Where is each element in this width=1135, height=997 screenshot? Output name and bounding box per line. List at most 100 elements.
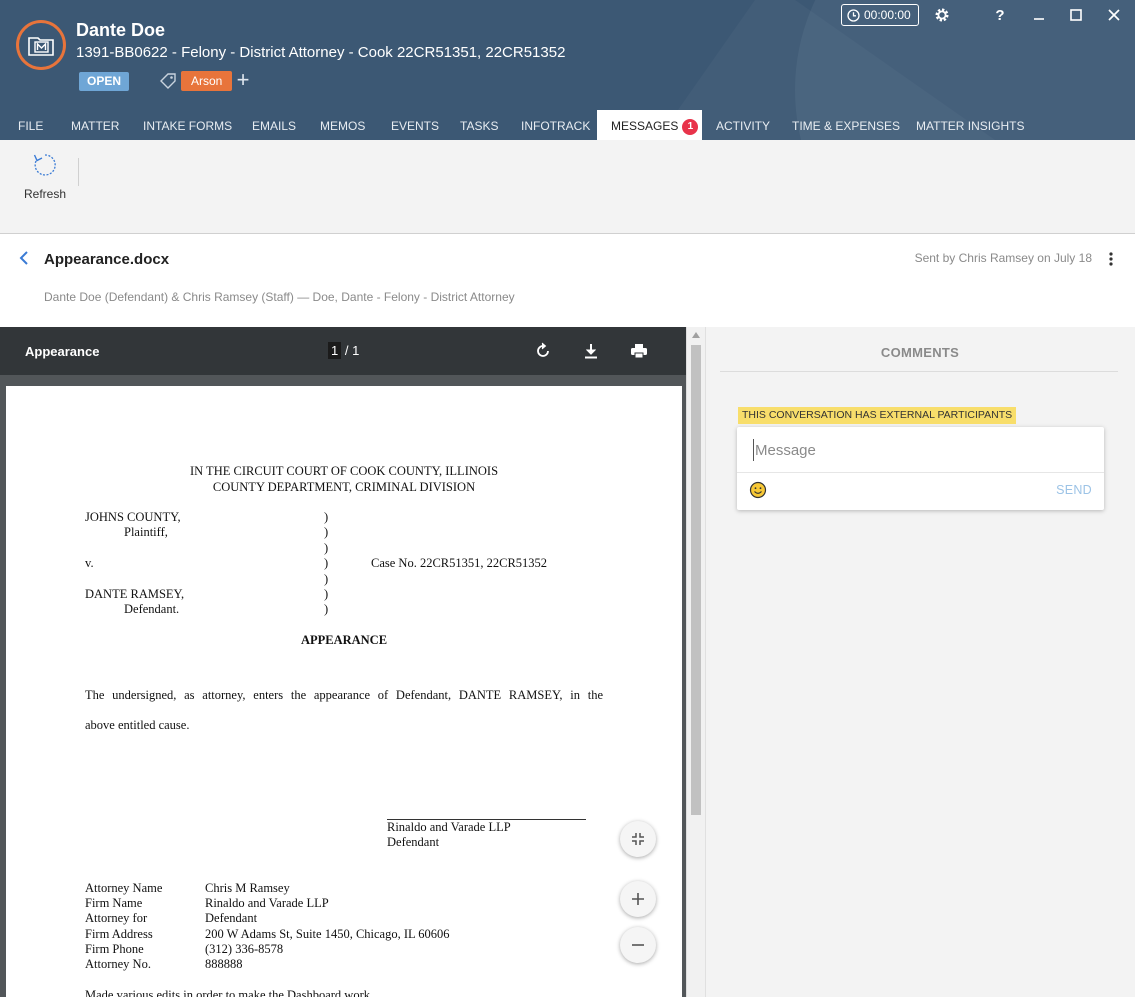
minimize-button[interactable] [1027,4,1051,26]
comments-divider [720,371,1118,372]
sent-by-text: Sent by Chris Ramsey on July 18 [914,251,1092,265]
ribbon-toolbar: Refresh [0,140,1135,234]
back-arrow-icon[interactable] [16,249,32,267]
caption-paren: ) [324,587,329,601]
gear-icon [935,8,949,22]
scroll-thumb[interactable] [691,345,701,815]
message-title: Appearance.docx [44,251,170,268]
defendant-role: Defendant. [124,602,180,616]
tab-matter-insights[interactable]: MATTER INSIGHTS [912,110,1028,140]
comments-title: COMMENTS [880,345,960,360]
info-label: Firm Name [85,896,143,910]
tab-tasks[interactable]: TASKS [456,110,502,140]
info-label: Attorney for [85,911,148,925]
body-line-1: The undersigned, as attorney, enters the… [85,688,603,702]
settings-button[interactable] [930,4,954,26]
zoom-in-button[interactable] [620,881,656,917]
composer-divider [737,472,1104,473]
tab-matter[interactable]: MATTER [67,110,123,140]
timer-button[interactable]: 00:00:00 [841,4,919,26]
info-label: Firm Phone [85,942,144,956]
caption-paren: ) [324,541,329,555]
caption-paren: ) [324,556,329,570]
info-value: Defendant [205,911,258,925]
info-value: Rinaldo and Varade LLP [205,896,329,910]
fit-page-icon [632,833,644,845]
tab-messages[interactable]: MESSAGES 1 [597,110,702,140]
caption-paren: ) [324,602,329,616]
info-value: 888888 [205,957,243,971]
rotate-icon[interactable] [533,341,553,361]
cutoff-line: Made various edits in order to make the … [85,988,370,997]
refresh-button[interactable]: Refresh [22,152,68,202]
toolbar-separator [78,158,79,186]
matter-tabs: FILE MATTER INTAKE FORMS EMAILS MEMOS EV… [0,110,1135,140]
page-total: / 1 [344,343,360,358]
tab-activity[interactable]: ACTIVITY [712,110,774,140]
add-tag-button[interactable]: + [233,69,253,91]
current-page-input[interactable]: 1 [328,342,342,359]
scroll-up-icon[interactable] [692,332,700,338]
message-composer: SEND [737,427,1104,510]
plaintiff-role: Plaintiff, [124,525,168,539]
tab-file[interactable]: FILE [14,110,47,140]
info-label: Attorney No. [85,957,151,971]
document-viewer: Appearance 1 / 1 IN THE CIRCUIT COURT OF… [0,327,705,997]
clock-icon [847,8,860,22]
tab-intake-forms[interactable]: INTAKE FORMS [139,110,236,140]
client-name: Dante Doe [76,20,166,40]
question-icon: ? [995,6,1005,24]
matter-description: 1391-BB0622 - Felony - District Attorney… [76,44,566,61]
court-line-1: IN THE CIRCUIT COURT OF COOK COUNTY, ILL… [189,464,499,478]
info-value: Chris M Ramsey [205,881,290,895]
tab-infotrack[interactable]: INFOTRACK [517,110,594,140]
more-options-icon[interactable] [1106,251,1116,267]
viewer-toolbar: Appearance 1 / 1 [0,327,686,375]
body-line-2: above entitled cause. [85,718,190,732]
plaintiff-name: JOHNS COUNTY, [85,510,181,524]
send-button[interactable]: SEND [1056,483,1092,497]
tag-icon[interactable] [159,72,177,90]
minimize-icon [1034,18,1044,20]
matter-header: Dante Doe 1391-BB0622 - Felony - Distric… [0,0,1135,140]
print-icon[interactable] [629,341,649,361]
emoji-icon[interactable] [749,481,767,499]
tag-badge[interactable]: Arson [181,71,233,91]
defendant-name: DANTE RAMSEY, [85,587,185,601]
info-value: 200 W Adams St, Suite 1450, Chicago, IL … [205,927,450,941]
maximize-button[interactable] [1064,4,1088,26]
zoom-in-icon [632,893,644,905]
external-participants-banner: THIS CONVERSATION HAS EXTERNAL PARTICIPA… [738,407,1017,424]
page-indicator: 1 / 1 [328,342,360,359]
viewer-scrollbar[interactable] [686,327,705,997]
status-badge[interactable]: OPEN [79,72,129,91]
info-value: (312) 336-8578 [205,942,284,956]
matter-logo-icon [28,37,54,56]
tab-emails[interactable]: EMAILS [248,110,300,140]
tab-memos[interactable]: MEMOS [316,110,369,140]
case-number: Case No. 22CR51351, 22CR51352 [371,556,548,570]
info-label: Attorney Name [85,881,163,895]
signature-role: Defendant [387,835,440,849]
zoom-out-button[interactable] [620,927,656,963]
help-button[interactable]: ? [988,4,1012,26]
timer-value: 00:00:00 [864,8,911,22]
fit-page-button[interactable] [620,821,656,857]
signature-firm: Rinaldo and Varade LLP [387,820,511,834]
maximize-icon [1070,9,1082,21]
tab-events[interactable]: EVENTS [387,110,443,140]
close-window-button[interactable] [1102,4,1126,26]
comments-panel: COMMENTS THIS CONVERSATION HAS EXTERNAL … [705,327,1135,997]
info-label: Firm Address [85,927,153,941]
message-input[interactable] [753,439,1083,461]
download-icon[interactable] [581,341,601,361]
zoom-out-icon [632,944,644,946]
caption-paren: ) [324,510,329,524]
tab-time-expenses[interactable]: TIME & EXPENSES [788,110,904,140]
message-header: Appearance.docx Sent by Chris Ramsey on … [0,235,1135,327]
close-icon [1108,9,1120,21]
viewer-doc-name: Appearance [25,344,100,359]
app-logo [16,20,66,70]
document-page: IN THE CIRCUIT COURT OF COOK COUNTY, ILL… [6,386,682,997]
refresh-icon [33,154,56,176]
